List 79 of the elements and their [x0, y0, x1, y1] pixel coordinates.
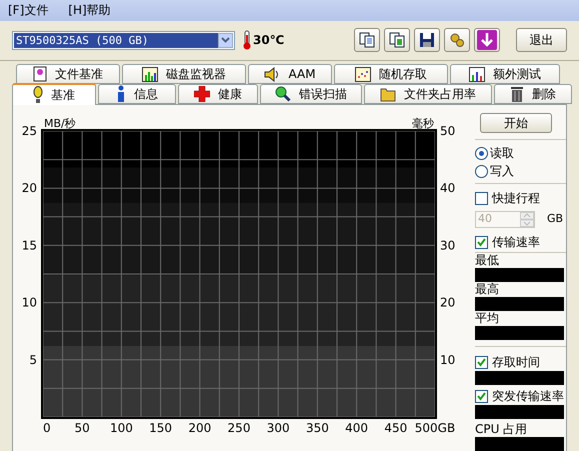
checkbox-label: 传输速率 — [492, 234, 540, 251]
x-tick-label: 250 — [228, 421, 250, 434]
tab[interactable]: 错误扫描 — [260, 84, 362, 104]
readout-label: 最低 — [475, 253, 500, 268]
radio-button[interactable] — [475, 146, 488, 160]
magnifier-icon — [275, 86, 291, 102]
radio-label: 写入 — [490, 163, 514, 180]
toolbar-button[interactable] — [474, 28, 500, 52]
folder-icon — [380, 86, 396, 102]
y2-tick-label: 10 — [440, 352, 456, 367]
tab[interactable]: 额外测试 — [450, 64, 560, 84]
unit-label: GB — [547, 211, 564, 228]
readout-label: CPU 占用 — [475, 421, 528, 437]
y2-axis-title: 毫秒 — [412, 117, 434, 130]
documents-icon — [358, 31, 376, 50]
y-tick-label: 15 — [22, 238, 37, 252]
x-tick-label: 100 — [110, 421, 133, 434]
readout-label: 平均 — [475, 311, 500, 326]
x-tick-label: 50 — [74, 421, 90, 434]
checkbox[interactable] — [475, 390, 488, 402]
checkbox-label: 存取时间 — [492, 354, 540, 371]
spinner-arrows-icon — [520, 212, 534, 227]
document-icon — [33, 66, 47, 82]
menu-item[interactable]: [H]帮助 — [64, 1, 115, 20]
tab[interactable]: 磁盘监视器 — [122, 64, 246, 84]
y2-tick-label: 20 — [440, 296, 456, 310]
speaker-icon — [264, 66, 280, 82]
checkbox[interactable] — [475, 356, 488, 368]
radio-button[interactable] — [475, 164, 488, 178]
cross-icon — [194, 86, 210, 102]
menu-item[interactable]: [F]文件 — [4, 1, 52, 20]
thermometer-icon — [243, 30, 251, 50]
gears-icon — [448, 31, 466, 50]
info-icon — [116, 85, 126, 103]
tab[interactable]: 健康 — [178, 84, 258, 104]
trash-icon — [510, 86, 524, 102]
x-tick-label: 400 — [345, 421, 368, 434]
tab[interactable]: 随机存取 — [334, 64, 448, 84]
x-tick-label: 500GB — [414, 421, 456, 434]
toolbar-button[interactable] — [384, 28, 410, 52]
readout-label: 最高 — [475, 282, 500, 297]
y-tick-label: 20 — [22, 181, 37, 196]
radio-label: 读取 — [490, 145, 514, 162]
tab[interactable]: 文件基准 — [16, 64, 120, 84]
y-tick-label: 25 — [22, 124, 37, 138]
temperature-text: 30℃ — [253, 32, 284, 50]
drive-dropdown[interactable]: ST9500325AS (500 GB) — [12, 30, 235, 50]
toolbar-button[interactable] — [354, 28, 380, 52]
tab[interactable]: 信息 — [98, 84, 176, 104]
toolbar-button[interactable] — [414, 28, 440, 52]
checkbox[interactable] — [475, 192, 488, 204]
documents-icon — [388, 31, 406, 50]
x-tick-label: 350 — [306, 421, 329, 434]
checkbox-label: 突发传输速率 — [492, 388, 564, 405]
x-tick-label: 150 — [149, 421, 172, 434]
exit-button[interactable]: 退出 — [516, 28, 567, 52]
exclamation-icon — [33, 86, 43, 104]
y2-tick-label: 50 — [440, 124, 456, 138]
y-tick-label: 5 — [29, 352, 37, 367]
tab[interactable]: 删除 — [494, 84, 572, 104]
tab[interactable]: AAM — [248, 64, 332, 84]
tab[interactable]: 文件夹占用率 — [364, 84, 492, 104]
tab[interactable]: 基准 — [12, 83, 96, 105]
x-tick-label: 450 — [384, 421, 408, 434]
bar-chart-icon — [142, 66, 158, 82]
x-tick-label: 0 — [43, 421, 51, 434]
checkbox[interactable] — [475, 236, 488, 248]
y2-tick-label: 40 — [440, 181, 456, 196]
y-tick-label: 10 — [22, 296, 37, 310]
scatter-chart-icon — [355, 66, 371, 82]
y-axis-title: MB/秒 — [44, 117, 76, 130]
checkbox-label: 快捷行程 — [492, 190, 540, 207]
y2-tick-label: 30 — [440, 238, 456, 252]
bar-chart-icon — [469, 66, 485, 82]
toolbar-button[interactable] — [444, 28, 470, 52]
x-tick-label: 200 — [188, 421, 212, 434]
x-tick-label: 300 — [266, 421, 290, 434]
chevron-down-icon — [221, 37, 230, 44]
start-button[interactable]: 开始 — [480, 113, 552, 133]
